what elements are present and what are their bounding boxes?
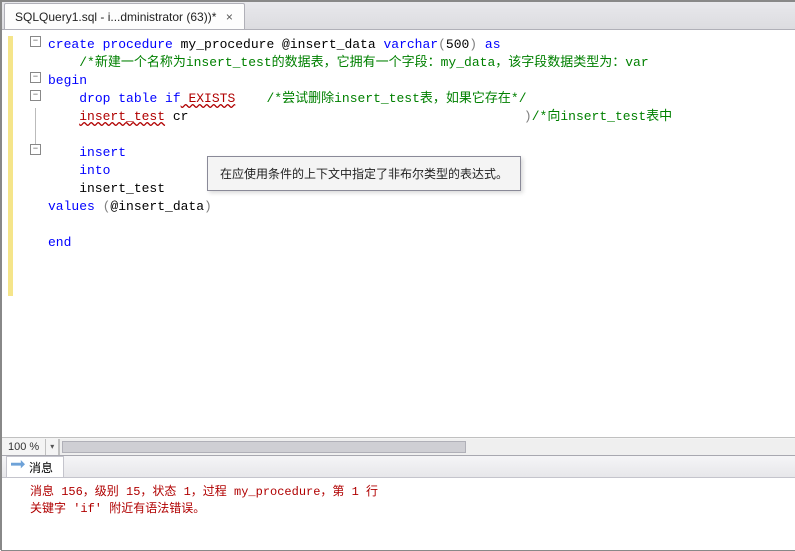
modified-indicator [8, 36, 13, 296]
messages-body: 消息 156，级别 15，状态 1，过程 my_procedure，第 1 行 … [2, 478, 795, 522]
tab-bar: SQLQuery1.sql - i...dministrator (63))* … [2, 2, 795, 30]
messages-panel: 消息 消息 156，级别 15，状态 1，过程 my_procedure，第 1… [2, 455, 795, 550]
file-tab[interactable]: SQLQuery1.sql - i...dministrator (63))* … [4, 3, 245, 29]
message-line: 消息 156，级别 15，状态 1，过程 my_procedure，第 1 行 [30, 485, 378, 499]
fold-icon[interactable]: − [30, 90, 41, 101]
zoom-dropdown-icon[interactable]: ▾ [45, 439, 59, 455]
horizontal-scrollbar[interactable] [59, 439, 795, 455]
zoom-level[interactable]: 100 % [2, 441, 45, 453]
message-line: 关键字 'if' 附近有语法错误。 [30, 502, 205, 516]
messages-tab-label: 消息 [29, 459, 53, 476]
fold-icon[interactable]: − [30, 72, 41, 83]
fold-icon[interactable]: − [30, 36, 41, 47]
message-icon [11, 460, 25, 474]
fold-icon[interactable]: − [30, 144, 41, 155]
fold-gutter: − − − − [30, 36, 44, 162]
messages-tab[interactable]: 消息 [6, 456, 64, 477]
code-content[interactable]: create procedure my_procedure @insert_da… [48, 36, 795, 252]
tab-title: SQLQuery1.sql - i...dministrator (63))* [15, 10, 216, 24]
scrollbar-thumb[interactable] [62, 441, 466, 453]
messages-tabbar: 消息 [2, 456, 795, 478]
editor-footer: 100 % ▾ [2, 437, 795, 455]
close-icon[interactable]: × [222, 10, 236, 24]
code-editor[interactable]: − − − − create procedure my_procedure @i… [2, 30, 795, 455]
error-tooltip: 在应使用条件的上下文中指定了非布尔类型的表达式。 [207, 156, 521, 191]
